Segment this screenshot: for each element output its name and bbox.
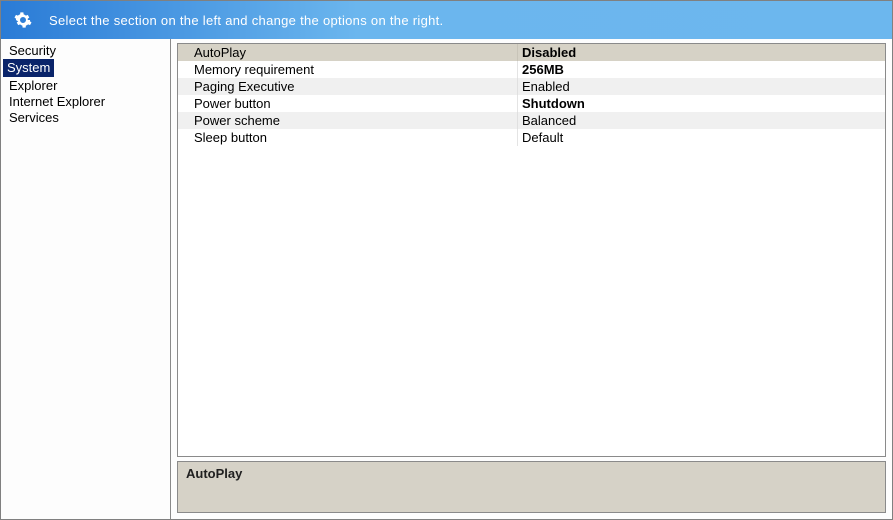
option-row-power-scheme[interactable]: Power scheme Balanced — [178, 112, 885, 129]
option-value[interactable]: Default — [518, 129, 885, 146]
option-value[interactable]: Disabled — [518, 44, 885, 61]
option-row-autoplay[interactable]: AutoPlay Disabled — [178, 44, 885, 61]
option-row-power-button[interactable]: Power button Shutdown — [178, 95, 885, 112]
option-label: Power button — [178, 95, 518, 112]
settings-window: Select the section on the left and chang… — [0, 0, 893, 520]
option-row-memory-requirement[interactable]: Memory requirement 256MB — [178, 61, 885, 78]
option-value[interactable]: Balanced — [518, 112, 885, 129]
options-grid: AutoPlay Disabled Memory requirement 256… — [177, 43, 886, 457]
description-panel: AutoPlay — [177, 461, 886, 513]
option-value[interactable]: 256MB — [518, 61, 885, 78]
option-row-paging-executive[interactable]: Paging Executive Enabled — [178, 78, 885, 95]
sidebar-item-security[interactable]: Security — [3, 42, 62, 59]
sidebar-item-internet-explorer[interactable]: Internet Explorer — [3, 93, 111, 110]
option-row-sleep-button[interactable]: Sleep button Default — [178, 129, 885, 146]
body: Security System Explorer Internet Explor… — [1, 39, 892, 519]
option-value[interactable]: Shutdown — [518, 95, 885, 112]
option-label: Power scheme — [178, 112, 518, 129]
header-instruction: Select the section on the left and chang… — [49, 13, 443, 28]
section-sidebar: Security System Explorer Internet Explor… — [1, 39, 171, 519]
right-pane: AutoPlay Disabled Memory requirement 256… — [171, 39, 892, 519]
sidebar-item-system[interactable]: System — [3, 59, 54, 77]
sidebar-item-explorer[interactable]: Explorer — [3, 77, 63, 94]
option-label: Memory requirement — [178, 61, 518, 78]
option-label: AutoPlay — [178, 44, 518, 61]
sidebar-item-services[interactable]: Services — [3, 109, 65, 126]
option-label: Sleep button — [178, 129, 518, 146]
description-title: AutoPlay — [186, 466, 242, 481]
option-value[interactable]: Enabled — [518, 78, 885, 95]
gear-icon — [11, 8, 35, 32]
option-label: Paging Executive — [178, 78, 518, 95]
header-bar: Select the section on the left and chang… — [1, 1, 892, 39]
